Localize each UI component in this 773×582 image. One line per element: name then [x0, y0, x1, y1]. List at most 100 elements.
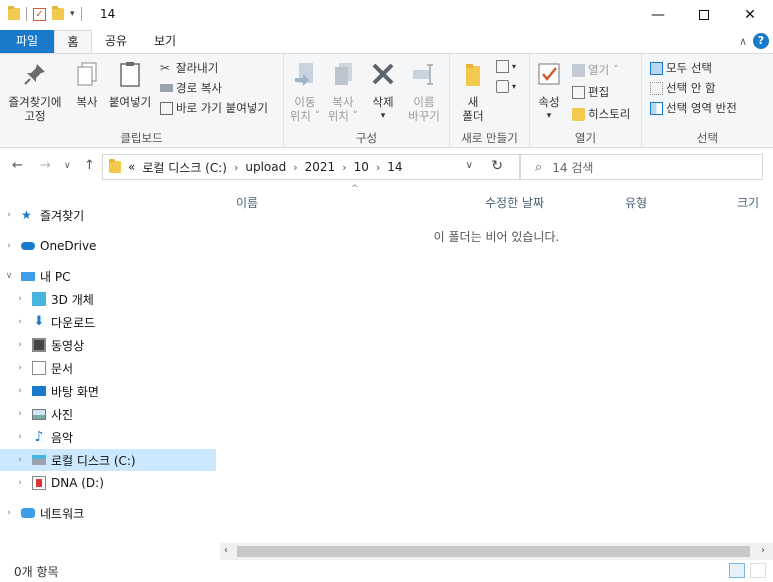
help-icon[interactable]: ?: [753, 33, 769, 49]
breadcrumb-chevron-icon[interactable]: ›: [234, 161, 238, 174]
expand-chevron-icon[interactable]: ›: [14, 363, 26, 373]
nav-item-this-pc[interactable]: ∨ 내 PC: [0, 265, 216, 287]
nav-item-pictures[interactable]: › 사진: [0, 403, 216, 425]
tab-share[interactable]: 공유: [98, 30, 134, 53]
refresh-icon[interactable]: ↻: [491, 158, 503, 174]
file-list[interactable]: ^ 이름 수정한 날짜 유형 크기 이 폴더는 비어 있습니다.: [220, 184, 773, 543]
copy-button[interactable]: 복사: [72, 60, 102, 109]
expand-chevron-icon[interactable]: ›: [14, 455, 26, 465]
copy-to-button[interactable]: 복사 위치 ˇ: [326, 60, 360, 123]
select-all-button[interactable]: 모두 선택: [650, 60, 712, 76]
scrollbar-thumb[interactable]: [237, 546, 750, 557]
select-group: 모두 선택 선택 안 함 선택 영역 반전 선택: [642, 54, 773, 148]
cut-button[interactable]: ✂ 잘라내기: [160, 60, 218, 76]
column-header-name[interactable]: 이름: [236, 194, 258, 211]
nav-item-downloads[interactable]: › ⬇ 다운로드: [0, 311, 216, 333]
collapse-chevron-icon[interactable]: ∨: [3, 271, 15, 281]
back-button[interactable]: ←: [12, 158, 23, 173]
folder-icon: [109, 159, 121, 173]
paste-shortcut-button[interactable]: 바로 가기 붙여넣기: [160, 100, 268, 116]
large-icons-view-icon[interactable]: [750, 563, 766, 578]
new-folder-icon[interactable]: [52, 6, 64, 20]
breadcrumb-chevron-icon[interactable]: ›: [376, 161, 380, 174]
select-none-button[interactable]: 선택 안 함: [650, 80, 716, 96]
expand-chevron-icon[interactable]: ›: [14, 317, 26, 327]
nav-item-documents[interactable]: › 문서: [0, 357, 216, 379]
expand-chevron-icon[interactable]: ›: [14, 340, 26, 350]
delete-button[interactable]: 삭제 ▾: [368, 60, 398, 123]
move-to-button[interactable]: 이동 위치 ˇ: [288, 60, 322, 123]
invert-selection-icon: [650, 101, 663, 115]
breadcrumb-item[interactable]: upload: [245, 160, 286, 174]
invert-selection-label: 선택 영역 반전: [666, 101, 737, 115]
tab-view[interactable]: 보기: [145, 30, 185, 53]
maximize-button[interactable]: [681, 0, 727, 30]
search-input[interactable]: ⌕ 14 검색: [520, 154, 763, 180]
nav-item-videos[interactable]: › 동영상: [0, 334, 216, 356]
breadcrumb-item[interactable]: 14: [387, 160, 402, 174]
column-header-size[interactable]: 크기: [737, 194, 759, 211]
copy-label: 복사: [76, 95, 98, 109]
breadcrumb-item[interactable]: 로컬 디스크 (C:): [142, 159, 227, 176]
invert-selection-button[interactable]: 선택 영역 반전: [650, 100, 737, 116]
scroll-left-arrow-icon[interactable]: ‹: [224, 545, 228, 556]
nav-item-onedrive[interactable]: › OneDrive: [0, 235, 216, 257]
forward-button[interactable]: →: [40, 158, 51, 173]
scroll-right-arrow-icon[interactable]: ›: [761, 545, 765, 556]
nav-item-favorites[interactable]: › ★ 즐겨찾기: [0, 204, 216, 226]
nav-item-desktop[interactable]: › 바탕 화면: [0, 380, 216, 402]
address-row: ← → ∨ ↑ « 로컬 디스크 (C:) › upload › 2021 › …: [0, 148, 773, 186]
expand-chevron-icon[interactable]: ›: [3, 508, 15, 518]
breadcrumb-overflow[interactable]: «: [128, 160, 135, 174]
picture-icon: [32, 408, 46, 420]
expand-chevron-icon[interactable]: ›: [3, 210, 15, 220]
delete-x-icon: [372, 63, 394, 85]
breadcrumb-chevron-icon[interactable]: ›: [293, 161, 297, 174]
rename-icon: [413, 64, 433, 85]
copy-path-button[interactable]: 경로 복사: [160, 80, 222, 96]
history-button[interactable]: 히스토리: [572, 106, 630, 122]
close-button[interactable]: ✕: [727, 0, 773, 30]
breadcrumb-item[interactable]: 2021: [305, 160, 336, 174]
up-button[interactable]: ↑: [84, 158, 95, 173]
expand-chevron-icon[interactable]: ›: [14, 294, 26, 304]
tab-file[interactable]: 파일: [0, 30, 54, 53]
expand-chevron-icon[interactable]: ›: [14, 478, 26, 488]
nav-item-music[interactable]: › ♪ 음악: [0, 426, 216, 448]
horizontal-scrollbar[interactable]: ‹ ›: [220, 543, 773, 560]
nav-item-label: 문서: [51, 361, 74, 376]
paste-button[interactable]: 붙여넣기: [106, 60, 154, 109]
new-folder-button[interactable]: 새 폴더: [456, 60, 490, 123]
properties-button[interactable]: 속성 ▾: [534, 60, 564, 123]
breadcrumb-item[interactable]: 10: [354, 160, 369, 174]
pin-to-quick-access-button[interactable]: 즐겨찾기에 고정: [4, 60, 66, 123]
expand-chevron-icon[interactable]: ›: [14, 432, 26, 442]
nav-item-label: 음악: [51, 430, 74, 445]
nav-item-network[interactable]: › 네트워크: [0, 502, 216, 524]
edit-button[interactable]: 편집: [572, 84, 609, 100]
column-header-modified[interactable]: 수정한 날짜: [485, 194, 544, 211]
column-header-type[interactable]: 유형: [625, 194, 647, 211]
collapse-ribbon-chevron-icon[interactable]: ∧: [739, 35, 747, 48]
recent-locations-chevron-icon[interactable]: ∨: [64, 161, 71, 171]
properties-icon: [538, 63, 560, 85]
expand-chevron-icon[interactable]: ›: [14, 386, 26, 396]
nav-item-local-disk-c[interactable]: › 로컬 디스크 (C:): [0, 449, 216, 471]
customize-toolbar-chevron-icon[interactable]: ▾: [70, 9, 75, 19]
new-item-button[interactable]: ▾: [496, 60, 516, 73]
rename-button[interactable]: 이름 바꾸기: [406, 60, 442, 123]
minimize-button[interactable]: —: [635, 0, 681, 30]
expand-chevron-icon[interactable]: ›: [14, 409, 26, 419]
properties-check-icon[interactable]: ✓: [33, 7, 46, 21]
details-view-icon[interactable]: [729, 563, 745, 578]
address-bar[interactable]: « 로컬 디스크 (C:) › upload › 2021 › 10 › 14 …: [102, 154, 520, 180]
nav-item-dna-d[interactable]: › DNA (D:): [0, 472, 216, 494]
open-button[interactable]: 열기 ˇ: [572, 62, 619, 78]
drive-icon: [32, 455, 46, 465]
tab-home[interactable]: 홈: [54, 30, 92, 54]
breadcrumb-chevron-icon[interactable]: ›: [342, 161, 346, 174]
address-dropdown-chevron-icon[interactable]: ∨: [466, 160, 473, 171]
expand-chevron-icon[interactable]: ›: [3, 241, 15, 251]
nav-item-3d-objects[interactable]: › 3D 개체: [0, 288, 216, 310]
easy-access-button[interactable]: ▾: [496, 80, 516, 93]
